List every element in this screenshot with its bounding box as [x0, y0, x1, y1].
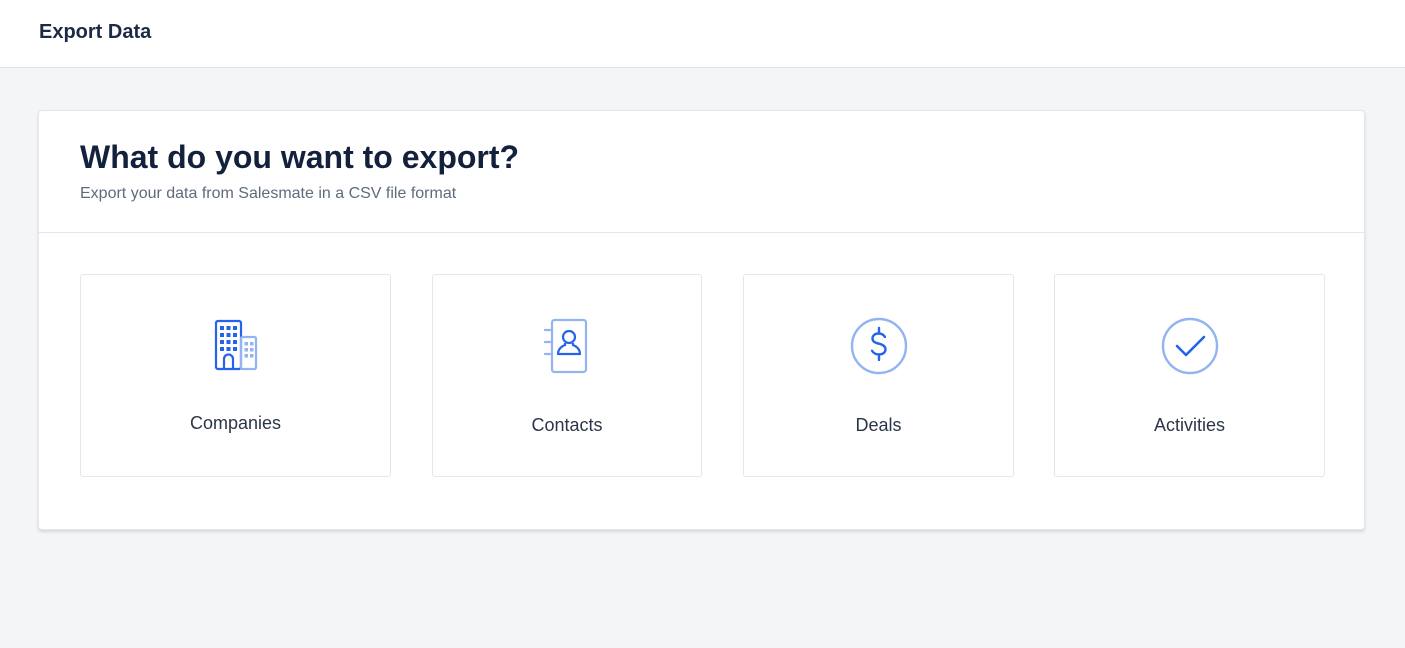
building-icon: [205, 315, 267, 377]
top-bar: Export Data: [0, 0, 1405, 68]
option-label: Deals: [855, 415, 902, 435]
export-option-companies[interactable]: Companies: [80, 274, 391, 477]
contact-book-icon: [536, 315, 598, 377]
dollar-circle-icon: [848, 315, 910, 377]
export-option-contacts[interactable]: Contacts: [432, 274, 702, 477]
check-circle-icon: [1159, 315, 1221, 377]
option-label: Companies: [189, 413, 282, 433]
export-card: What do you want to export? Export your …: [38, 110, 1365, 530]
option-label: Contacts: [531, 415, 603, 435]
export-option-activities[interactable]: Activities: [1054, 274, 1325, 477]
card-header: What do you want to export? Export your …: [39, 111, 1364, 233]
option-label: Activities: [1153, 415, 1225, 435]
page-title: Export Data: [39, 21, 152, 43]
export-option-deals[interactable]: Deals: [743, 274, 1014, 477]
card-subtitle: Export your data from Salesmate in a CSV…: [80, 185, 457, 202]
card-heading: What do you want to export?: [80, 139, 520, 175]
